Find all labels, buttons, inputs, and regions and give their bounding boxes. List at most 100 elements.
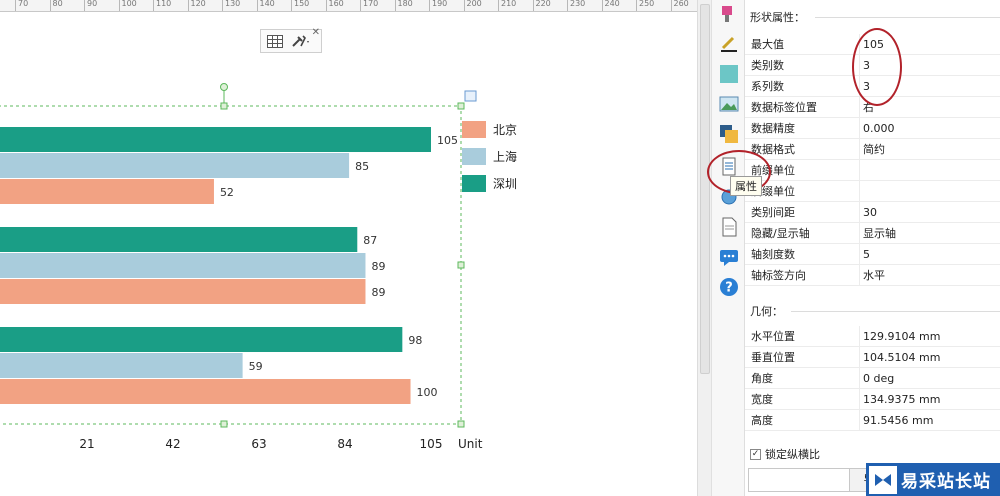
data-label: 87	[363, 234, 377, 247]
fill-color-icon[interactable]	[719, 64, 739, 84]
prop-label: 宽度	[745, 389, 860, 409]
prop-value[interactable]: 0.000	[860, 118, 1000, 138]
prop-row[interactable]: 后缀单位	[745, 181, 1000, 202]
prop-row[interactable]: 角度 0 deg	[745, 368, 1000, 389]
prop-value[interactable]	[860, 181, 1000, 201]
chart-bar[interactable]	[0, 353, 243, 378]
legend-swatch	[462, 175, 486, 192]
data-label: 89	[371, 286, 385, 299]
bar-chart[interactable]: 105 85 52 87 89 89 98 59 100 21 42 63 84 105 Unit 北京上…	[0, 12, 697, 496]
lock-aspect-label: 锁定纵横比	[765, 448, 820, 461]
prop-value[interactable]: 104.5104 mm	[860, 347, 1000, 367]
tools-icon[interactable]	[291, 32, 311, 50]
prop-value[interactable]: 91.5456 mm	[860, 410, 1000, 430]
data-label: 85	[355, 160, 369, 173]
ruler-tick: 190	[429, 0, 447, 11]
data-label: 98	[408, 334, 422, 347]
ruler-tick: 230	[567, 0, 585, 11]
prop-label: 隐藏/显示轴	[745, 223, 860, 243]
prop-label: 轴刻度数	[745, 244, 860, 264]
legend-label: 北京	[493, 123, 517, 137]
resize-handle[interactable]	[457, 261, 465, 269]
scrollbar-thumb[interactable]	[700, 4, 710, 374]
chart-bar[interactable]	[0, 179, 214, 204]
x-tick-label: 42	[165, 437, 180, 451]
ruler-tick: 240	[601, 0, 620, 11]
legend-swatch	[462, 121, 486, 138]
x-unit-label: Unit	[458, 437, 483, 451]
floating-toolbar: ✕	[260, 27, 322, 53]
prop-value[interactable]: 简约	[860, 139, 1000, 159]
prop-row[interactable]: 垂直位置 104.5104 mm	[745, 347, 1000, 368]
prop-value[interactable]: 5	[860, 244, 1000, 264]
ruler-tick: 180	[394, 0, 413, 11]
resize-handle[interactable]	[457, 420, 465, 428]
checkbox-box[interactable]: ✓	[750, 448, 761, 460]
prop-label: 数据标签位置	[745, 97, 860, 117]
prop-row[interactable]: 轴标签方向 水平	[745, 265, 1000, 286]
rotate-handle[interactable]	[220, 83, 228, 91]
chart-bar[interactable]	[0, 379, 411, 404]
prop-label: 垂直位置	[745, 347, 860, 367]
prop-row[interactable]: 轴刻度数 5	[745, 244, 1000, 265]
paint-icon[interactable]	[719, 4, 739, 24]
chart-bar[interactable]	[0, 153, 350, 178]
section-divider	[791, 311, 1000, 312]
layers-icon[interactable]	[719, 124, 739, 144]
prop-value[interactable]: 129.9104 mm	[860, 326, 1000, 346]
watermark-logo-icon	[869, 465, 897, 494]
chart-bar[interactable]	[0, 127, 431, 152]
side-icon-strip: ?	[711, 0, 745, 496]
ruler-tick: 170	[360, 0, 378, 11]
prop-row[interactable]: 数据精度 0.000	[745, 118, 1000, 139]
ruler-tick: 80	[49, 0, 63, 11]
close-icon[interactable]: ✕	[312, 27, 320, 38]
vertical-scrollbar[interactable]	[697, 0, 711, 496]
chart-bar[interactable]	[0, 227, 358, 252]
data-label: 100	[417, 386, 438, 399]
chart-bar[interactable]	[0, 279, 366, 304]
line-style-icon[interactable]	[719, 34, 739, 54]
prop-row[interactable]: 高度 91.5456 mm	[745, 410, 1000, 431]
ruler-tick: 140	[256, 0, 275, 11]
prop-value[interactable]: 水平	[860, 265, 1000, 285]
shape-props-title: 形状属性：	[750, 11, 805, 24]
prop-label: 系列数	[745, 76, 860, 96]
prop-row[interactable]: 前缀单位	[745, 160, 1000, 181]
chart-data-icon[interactable]	[464, 90, 477, 102]
prop-row[interactable]: 水平位置 129.9104 mm	[745, 326, 1000, 347]
table-icon[interactable]	[265, 32, 285, 50]
resize-handle[interactable]	[220, 420, 228, 428]
prop-value[interactable]: 0 deg	[860, 368, 1000, 388]
prop-value[interactable]: 30	[860, 202, 1000, 222]
x-tick-label: 63	[251, 437, 266, 451]
ruler-tick: 200	[463, 0, 482, 11]
x-tick-label: 105	[420, 437, 443, 451]
ruler-tick: 100	[118, 0, 137, 11]
prop-row[interactable]: 类别间距 30	[745, 202, 1000, 223]
drawing-canvas[interactable]: 105 85 52 87 89 89 98 59 100 21 42 63 84 105 Unit 北京上…	[0, 12, 697, 496]
resize-handle[interactable]	[457, 102, 465, 110]
lock-aspect-checkbox[interactable]: ✓ 锁定纵横比	[750, 446, 820, 462]
prop-row[interactable]: 隐藏/显示轴 显示轴	[745, 223, 1000, 244]
properties-tooltip: 属性	[730, 176, 762, 196]
chart-bar[interactable]	[0, 327, 403, 352]
ruler-tick: 150	[291, 0, 309, 11]
prop-value[interactable]: 显示轴	[860, 223, 1000, 243]
ruler-tick: 260	[670, 0, 689, 11]
chart-bar[interactable]	[0, 253, 366, 278]
ruler-tick: 120	[187, 0, 206, 11]
resize-handle[interactable]	[220, 102, 228, 110]
prop-value[interactable]: 134.9375 mm	[860, 389, 1000, 409]
site-watermark: 易采站长站	[866, 463, 1000, 496]
prop-label: 轴标签方向	[745, 265, 860, 285]
document-icon[interactable]	[719, 217, 739, 237]
prop-row[interactable]: 数据格式 简约	[745, 139, 1000, 160]
prop-label: 角度	[745, 368, 860, 388]
comment-icon[interactable]	[719, 247, 739, 267]
help-icon[interactable]: ?	[719, 277, 739, 297]
ruler-tick: 160	[325, 0, 344, 11]
image-icon[interactable]	[719, 94, 739, 114]
prop-value[interactable]	[860, 160, 1000, 180]
prop-row[interactable]: 宽度 134.9375 mm	[745, 389, 1000, 410]
